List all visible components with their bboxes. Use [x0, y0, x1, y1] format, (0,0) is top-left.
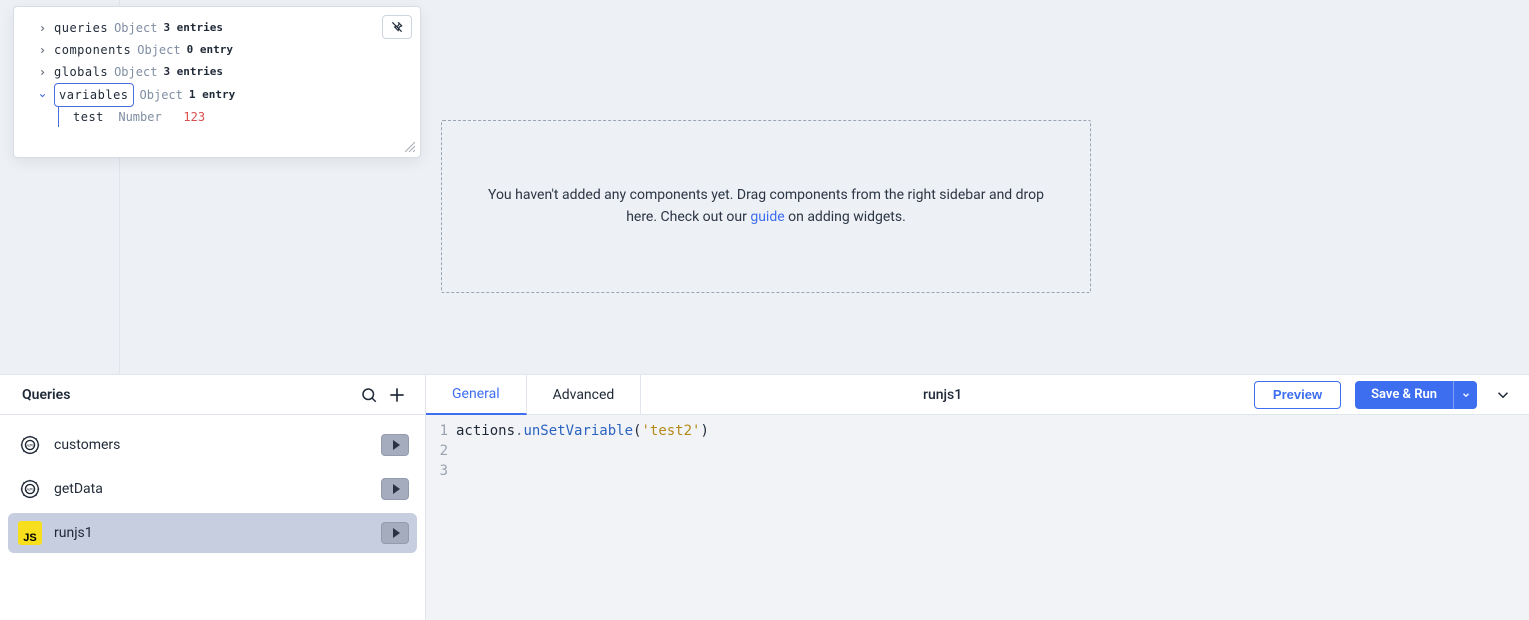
chevron-down-icon: [1494, 386, 1512, 404]
chevron-right-icon[interactable]: [38, 68, 48, 77]
add-query-button[interactable]: [383, 381, 411, 409]
tab-general[interactable]: General: [426, 375, 527, 415]
gutter-3: 3: [426, 461, 456, 481]
chevron-right-icon[interactable]: [38, 24, 48, 33]
tree-type: Object: [137, 39, 180, 61]
tree-count: 3 entries: [163, 17, 223, 39]
pin-icon: [390, 20, 404, 34]
api-icon: API: [18, 477, 42, 501]
tree-count: 3 entries: [163, 61, 223, 83]
tree-key: variables: [54, 83, 134, 107]
query-name: customers: [54, 437, 369, 453]
api-icon: API: [18, 433, 42, 457]
tree-key: queries: [54, 17, 108, 39]
tree-type: Object: [140, 84, 183, 106]
code-text-1: actions.unSetVariable('test2'): [456, 421, 709, 441]
tree-key: components: [54, 39, 131, 61]
queries-title: Queries: [22, 387, 355, 403]
chevron-right-icon[interactable]: [38, 46, 48, 55]
chevron-down-icon[interactable]: [38, 91, 48, 100]
editor-tabs: General Advanced runjs1 Preview Save & R…: [426, 375, 1529, 415]
search-queries-button[interactable]: [355, 381, 383, 409]
query-name: getData: [54, 481, 369, 497]
queries-header: Queries: [0, 375, 425, 415]
resize-handle-icon[interactable]: [405, 142, 417, 154]
save-run-button[interactable]: Save & Run: [1355, 381, 1477, 409]
play-icon: [393, 484, 400, 494]
query-item-runjs1[interactable]: JS runjs1: [8, 513, 417, 553]
code-line-1: 1 actions.unSetVariable('test2'): [426, 421, 1529, 441]
variables-tree-popup: queries Object 3 entriescomponents Objec…: [13, 6, 421, 158]
tree-type: Object: [114, 61, 157, 83]
code-line-3: 3: [426, 461, 1529, 481]
query-item-getData[interactable]: API getData: [8, 469, 417, 509]
chevron-down-icon: [1461, 390, 1471, 400]
editor-query-name[interactable]: runjs1: [641, 375, 1244, 414]
tree-row-variables[interactable]: variables Object 1 entry: [38, 83, 408, 107]
empty-canvas-text: You haven't added any components yet. Dr…: [482, 185, 1050, 228]
collapse-panel-button[interactable]: [1491, 386, 1515, 404]
run-query-button[interactable]: [381, 522, 409, 544]
tree-row-queries[interactable]: queries Object 3 entries: [38, 17, 408, 39]
gutter-2: 2: [426, 441, 456, 461]
run-query-button[interactable]: [381, 434, 409, 456]
play-icon: [393, 440, 400, 450]
save-run-label: Save & Run: [1355, 381, 1453, 409]
tree-type: Object: [114, 17, 157, 39]
tab-advanced[interactable]: Advanced: [527, 375, 642, 414]
editor-pane: General Advanced runjs1 Preview Save & R…: [426, 375, 1529, 620]
run-query-button[interactable]: [381, 478, 409, 500]
empty-canvas-guide-link[interactable]: guide: [750, 209, 784, 225]
gutter-1: 1: [426, 421, 456, 441]
save-run-dropdown[interactable]: [1453, 381, 1477, 409]
tree-child-test[interactable]: test Number 123: [58, 107, 408, 127]
canvas-area: queries Object 3 entriescomponents Objec…: [0, 0, 1529, 374]
queries-list: API customers API getData JS runjs1: [0, 415, 425, 563]
svg-text:API: API: [26, 443, 33, 448]
tree-child-value: 123: [183, 110, 205, 124]
tree-child-type: Number: [118, 110, 161, 124]
query-item-customers[interactable]: API customers: [8, 425, 417, 465]
js-icon: JS: [18, 521, 42, 545]
code-line-2: 2: [426, 441, 1529, 461]
svg-text:API: API: [26, 487, 33, 492]
empty-canvas-suffix: on adding widgets.: [785, 209, 906, 225]
tree-key: globals: [54, 61, 108, 83]
tree-row-globals[interactable]: globals Object 3 entries: [38, 61, 408, 83]
bottom-panel: Queries API customers API getData JS runjs1 G…: [0, 374, 1529, 620]
search-icon: [360, 386, 378, 404]
right-strip: [1406, 0, 1529, 374]
plus-icon: [387, 385, 407, 405]
preview-button[interactable]: Preview: [1254, 381, 1341, 409]
play-icon: [393, 528, 400, 538]
query-name: runjs1: [54, 525, 369, 541]
tree-row-components[interactable]: components Object 0 entry: [38, 39, 408, 61]
popup-pin-button[interactable]: [382, 15, 412, 39]
queries-pane: Queries API customers API getData JS runjs1: [0, 375, 426, 620]
tree-count: 1 entry: [189, 84, 235, 106]
tree-count: 0 entry: [187, 39, 233, 61]
canvas-drop-zone[interactable]: You haven't added any components yet. Dr…: [441, 120, 1091, 293]
editor-actions: Preview Save & Run: [1244, 375, 1529, 414]
tree-child-key: test: [73, 110, 104, 124]
code-editor[interactable]: 1 actions.unSetVariable('test2') 2 3: [426, 415, 1529, 620]
